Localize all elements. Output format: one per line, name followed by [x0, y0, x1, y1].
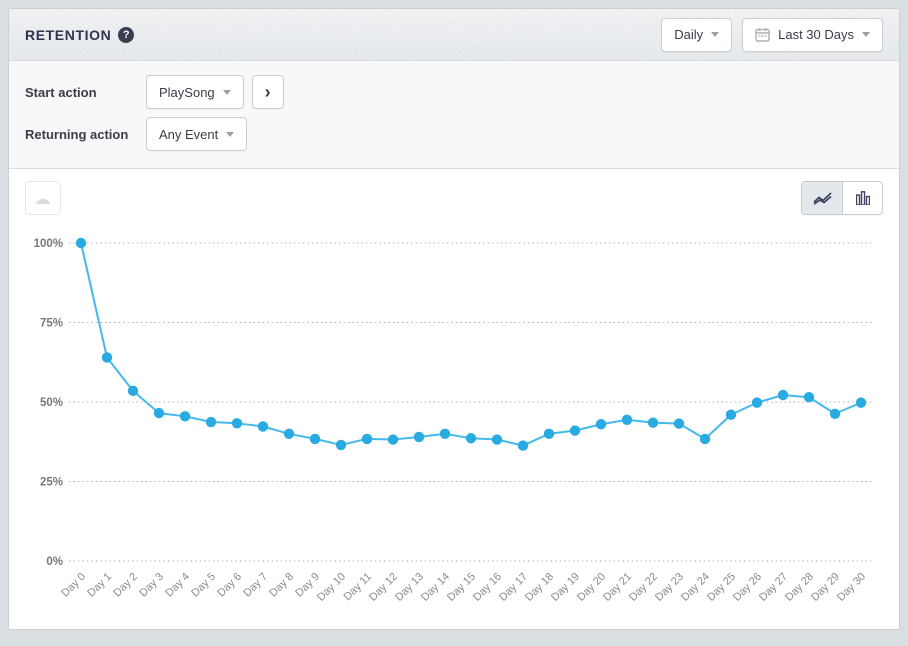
query-controls: Start action PlaySong › Returning action…: [9, 61, 899, 169]
x-axis-tick-label: Day 8: [267, 571, 296, 600]
data-point-day-30[interactable]: [856, 397, 866, 407]
data-point-day-23[interactable]: [674, 418, 684, 428]
gauge-button: [25, 181, 61, 215]
data-point-day-2[interactable]: [128, 386, 138, 396]
data-point-day-17[interactable]: [518, 440, 528, 450]
y-axis-tick-label: 75%: [40, 318, 63, 330]
chart-toolbar: [25, 181, 883, 221]
data-point-day-15[interactable]: [466, 433, 476, 443]
bar-chart-toggle[interactable]: [842, 182, 882, 214]
chevron-down-icon: [862, 32, 870, 37]
data-point-day-6[interactable]: [232, 418, 242, 428]
x-axis-tick-label: Day 10: [315, 571, 348, 604]
x-axis-tick-label: Day 3: [137, 571, 166, 600]
chevron-down-icon: [226, 132, 234, 137]
date-range-dropdown[interactable]: Last 30 Days: [742, 18, 883, 52]
bar-chart-icon: [856, 191, 870, 205]
y-axis-tick-label: 50%: [40, 397, 63, 409]
x-axis-tick-label: Day 30: [835, 571, 868, 604]
interval-dropdown-value: Daily: [674, 27, 703, 42]
returning-action-label: Returning action: [25, 127, 146, 142]
data-point-day-22[interactable]: [648, 417, 658, 427]
data-point-day-12[interactable]: [388, 434, 398, 444]
data-point-day-21[interactable]: [622, 415, 632, 425]
chevron-down-icon: [223, 90, 231, 95]
data-point-day-13[interactable]: [414, 432, 424, 442]
chevron-down-icon: [711, 32, 719, 37]
data-point-day-10[interactable]: [336, 440, 346, 450]
data-point-day-26[interactable]: [752, 397, 762, 407]
data-point-day-25[interactable]: [726, 410, 736, 420]
data-point-day-9[interactable]: [310, 434, 320, 444]
data-point-day-8[interactable]: [284, 429, 294, 439]
data-point-day-18[interactable]: [544, 429, 554, 439]
interval-dropdown[interactable]: Daily: [661, 18, 732, 52]
x-axis-tick-label: Day 2: [111, 571, 140, 600]
date-range-dropdown-value: Last 30 Days: [778, 27, 854, 42]
data-point-day-3[interactable]: [154, 408, 164, 418]
retention-line-series: [81, 243, 861, 446]
x-axis-tick-label: Day 0: [59, 571, 88, 600]
data-point-day-24[interactable]: [700, 434, 710, 444]
start-action-value: PlaySong: [159, 85, 215, 100]
retention-panel: RETENTION ? Daily: [8, 8, 900, 630]
data-point-day-29[interactable]: [830, 409, 840, 419]
data-point-day-16[interactable]: [492, 434, 502, 444]
returning-action-dropdown[interactable]: Any Event: [146, 117, 247, 151]
data-point-day-28[interactable]: [804, 392, 814, 402]
y-axis-tick-label: 25%: [40, 477, 63, 489]
data-point-day-11[interactable]: [362, 434, 372, 444]
start-action-dropdown[interactable]: PlaySong: [146, 75, 244, 109]
line-chart-icon: [813, 191, 832, 205]
chart-section: 0% 25% 50% 75% 100% Day 0Day 1Day 2Day 3Day 4…: [9, 169, 899, 630]
y-axis-tick-label: 0%: [46, 556, 63, 568]
calendar-icon: [755, 27, 770, 42]
data-point-day-20[interactable]: [596, 419, 606, 429]
gauge-icon: [34, 191, 52, 205]
x-axis-tick-label: Day 1: [85, 571, 114, 600]
data-point-day-4[interactable]: [180, 411, 190, 421]
panel-header: RETENTION ? Daily: [9, 9, 899, 61]
page-title: RETENTION: [25, 27, 111, 43]
returning-action-value: Any Event: [159, 127, 218, 142]
start-action-label: Start action: [25, 85, 146, 100]
y-axis-tick-label: 100%: [34, 238, 63, 250]
line-chart-toggle[interactable]: [802, 182, 842, 214]
data-point-day-1[interactable]: [102, 352, 112, 362]
help-icon[interactable]: ?: [118, 27, 134, 43]
chart-type-toggle: [801, 181, 883, 215]
expand-start-action-button[interactable]: ›: [252, 75, 284, 109]
chevron-right-icon: ›: [265, 82, 271, 103]
data-point-day-27[interactable]: [778, 390, 788, 400]
x-axis-tick-label: Day 5: [189, 571, 218, 600]
x-axis-tick-label: Day 7: [241, 571, 270, 600]
data-point-day-14[interactable]: [440, 429, 450, 439]
x-axis-tick-label: Day 4: [163, 571, 192, 600]
data-point-day-5[interactable]: [206, 417, 216, 427]
data-point-day-19[interactable]: [570, 425, 580, 435]
data-point-day-0[interactable]: [76, 238, 86, 248]
retention-chart-svg: 0% 25% 50% 75% 100% Day 0Day 1Day 2Day 3Day 4…: [25, 225, 885, 630]
data-point-day-7[interactable]: [258, 421, 268, 431]
x-axis-tick-label: Day 6: [215, 571, 244, 600]
